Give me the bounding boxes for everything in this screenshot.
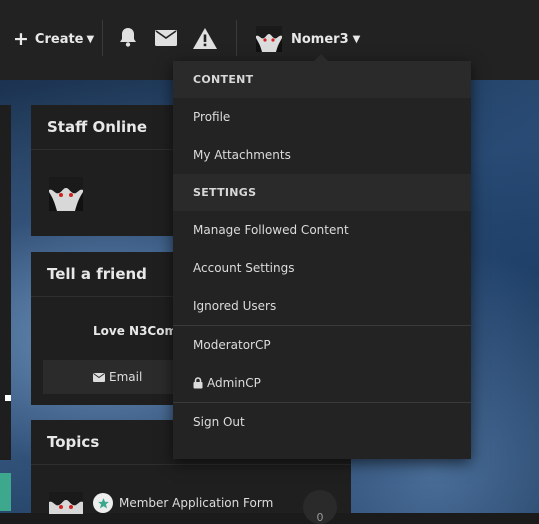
tell-a-friend-widget: Tell a friend Love N3Comm Email xyxy=(31,252,193,405)
divider xyxy=(102,20,103,56)
create-button[interactable]: + Create ▼ xyxy=(13,30,94,49)
email-label: Email xyxy=(109,370,143,384)
side-tab[interactable] xyxy=(0,473,11,511)
admincp-label: AdminCP xyxy=(207,376,261,390)
menu-section-content: CONTENT xyxy=(173,61,471,98)
menu-item-ignored-users[interactable]: Ignored Users xyxy=(173,287,471,325)
dropdown-arrow xyxy=(313,54,329,62)
username: Nomer3 xyxy=(291,31,349,47)
menu-item-sign-out[interactable]: Sign Out xyxy=(173,403,471,441)
divider xyxy=(236,20,237,56)
topic-title[interactable]: Member Application Form xyxy=(119,496,273,510)
menu-item-admincp[interactable]: AdminCP xyxy=(173,364,471,402)
menu-item-profile[interactable]: Profile xyxy=(173,98,471,136)
list-item[interactable]: Member Application Form xyxy=(49,492,273,514)
user-menu-button[interactable]: Nomer3 ▼ xyxy=(256,26,360,52)
menu-item-manage-followed-content[interactable]: Manage Followed Content xyxy=(173,211,471,249)
staff-online-widget: Staff Online xyxy=(31,105,181,236)
reply-count: 0 xyxy=(303,490,337,524)
avatar xyxy=(49,492,83,514)
bell-icon[interactable] xyxy=(119,27,137,47)
warning-icon[interactable] xyxy=(193,28,217,49)
menu-section-settings: SETTINGS xyxy=(173,174,471,211)
avatar[interactable] xyxy=(49,177,83,211)
email-share-button[interactable]: Email xyxy=(43,360,193,394)
lock-icon xyxy=(193,377,203,389)
menu-item-moderatorcp[interactable]: ModeratorCP xyxy=(173,326,471,364)
decoration xyxy=(5,395,11,401)
caret-down-icon: ▼ xyxy=(352,33,361,45)
caret-down-icon: ▼ xyxy=(86,34,95,45)
envelope-icon xyxy=(93,372,105,382)
envelope-icon[interactable] xyxy=(155,30,177,46)
create-label: Create xyxy=(34,32,84,47)
star-icon xyxy=(93,493,113,513)
widget-title: Staff Online xyxy=(31,105,181,150)
left-panel xyxy=(0,105,11,460)
menu-item-my-attachments[interactable]: My Attachments xyxy=(173,136,471,174)
widget-title: Tell a friend xyxy=(31,252,181,297)
avatar xyxy=(256,26,282,52)
plus-icon: + xyxy=(13,28,29,50)
menu-item-account-settings[interactable]: Account Settings xyxy=(173,249,471,287)
user-dropdown-menu: CONTENT Profile My Attachments SETTINGS … xyxy=(173,54,471,459)
